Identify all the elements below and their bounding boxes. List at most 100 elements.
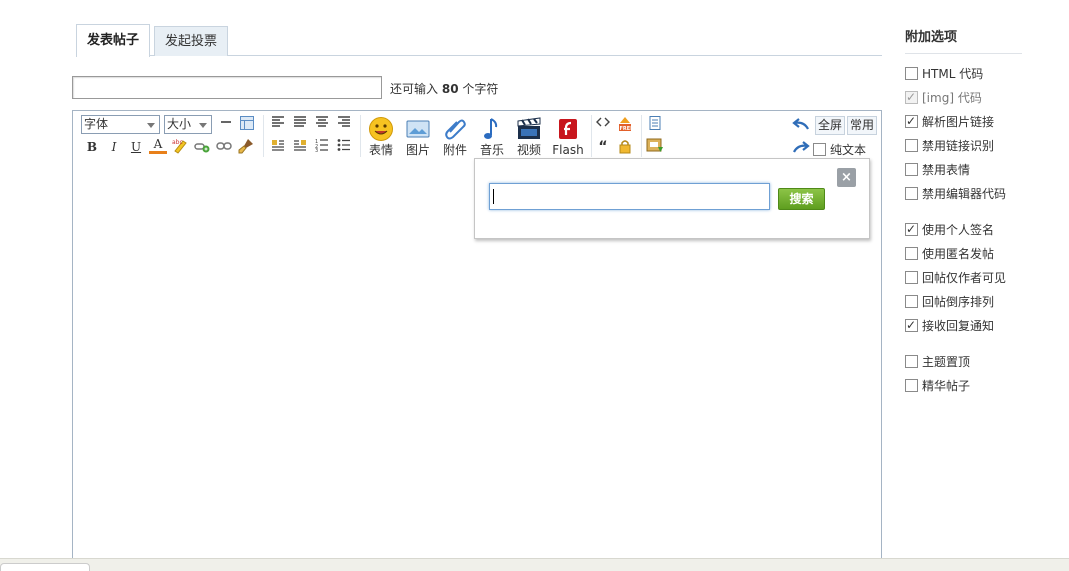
font-size-select[interactable]: 大小 <box>164 115 212 134</box>
toolbar-separator <box>641 115 642 157</box>
bottom-tab[interactable] <box>0 563 90 571</box>
option-checkbox[interactable] <box>905 247 918 260</box>
option-row[interactable]: 禁用链接识别 <box>905 138 994 154</box>
underline-button[interactable]: U <box>127 138 145 156</box>
option-checkbox[interactable] <box>905 317 918 333</box>
toolbar-separator <box>263 115 264 157</box>
undo-arrow-icon[interactable] <box>792 117 810 135</box>
plaintext-toggle[interactable]: 纯文本 <box>813 142 866 158</box>
common-button[interactable]: 常用 <box>847 116 878 135</box>
close-icon[interactable]: × <box>837 168 856 187</box>
bold-button[interactable]: B <box>83 138 101 156</box>
unordered-list-icon[interactable] <box>335 138 353 156</box>
horizontal-rule-icon[interactable] <box>217 115 235 133</box>
link-add-icon[interactable] <box>193 138 211 156</box>
popup-search-input[interactable] <box>489 183 770 210</box>
toolbar-separator <box>360 115 361 157</box>
video-button[interactable]: 视频 <box>512 114 546 158</box>
paperclip-icon <box>445 119 466 140</box>
option-checkbox[interactable] <box>905 271 918 284</box>
option-row[interactable]: 主题置顶 <box>905 354 970 370</box>
font-color-button[interactable]: A <box>149 136 167 154</box>
option-label: 回帖仅作者可见 <box>922 271 1007 285</box>
table-icon[interactable] <box>238 115 256 133</box>
option-label: HTML 代码 <box>922 67 984 81</box>
option-checkbox[interactable] <box>905 187 918 200</box>
quote-icon[interactable]: “ <box>594 138 612 156</box>
music-note-icon <box>484 118 498 139</box>
hide-content-lock-icon[interactable] <box>616 138 634 156</box>
option-label: 精华帖子 <box>922 379 971 393</box>
music-button[interactable]: 音乐 <box>475 114 509 158</box>
page-break-icon[interactable] <box>646 115 664 133</box>
divider <box>905 53 1022 54</box>
option-row[interactable]: 禁用表情 <box>905 162 970 178</box>
option-row: [img] 代码 <box>905 89 982 106</box>
option-checkbox[interactable] <box>905 221 918 237</box>
attachment-button[interactable]: 附件 <box>438 114 472 158</box>
align-center-icon[interactable] <box>313 115 331 133</box>
ordered-list-icon[interactable]: 123 <box>313 138 331 156</box>
chevron-down-icon <box>199 123 207 128</box>
editor-toolbar: 字体 大小 B I U A abc 123 表情 图片 附件 音乐 视频 Fla… <box>76 112 878 160</box>
option-row[interactable]: 接收回复通知 <box>905 317 995 334</box>
option-checkbox[interactable] <box>905 355 918 368</box>
plaintext-checkbox[interactable] <box>813 143 826 156</box>
download-save-icon[interactable] <box>646 138 664 156</box>
option-row[interactable]: 回帖仅作者可见 <box>905 270 1006 286</box>
text-caret <box>493 189 494 204</box>
remaining-chars-hint: 还可输入 80 个字符 <box>390 82 499 96</box>
subject-input[interactable] <box>72 76 382 99</box>
flash-icon <box>559 119 577 139</box>
smiley-icon <box>369 117 393 141</box>
image-icon <box>406 120 430 138</box>
remaining-count: 80 <box>441 82 459 96</box>
option-label: 使用匿名发帖 <box>922 247 995 261</box>
redo-arrow-icon[interactable] <box>792 140 810 158</box>
option-row[interactable]: 精华帖子 <box>905 378 970 394</box>
option-checkbox[interactable] <box>905 379 918 392</box>
option-checkbox <box>905 89 918 105</box>
unlink-icon[interactable] <box>215 138 233 156</box>
fullscreen-button[interactable]: 全屏 <box>815 116 846 135</box>
svg-text:3: 3 <box>315 148 318 152</box>
emoticon-button[interactable]: 表情 <box>364 114 398 158</box>
align-right-icon[interactable] <box>335 115 353 133</box>
option-label: 禁用表情 <box>922 163 971 177</box>
search-button[interactable]: 搜索 <box>778 188 825 210</box>
option-checkbox[interactable] <box>905 139 918 152</box>
svg-text:abc: abc <box>172 139 183 146</box>
option-checkbox[interactable] <box>905 113 918 129</box>
option-checkbox[interactable] <box>905 295 918 308</box>
option-checkbox[interactable] <box>905 163 918 176</box>
float-right-icon[interactable] <box>291 138 309 156</box>
option-row[interactable]: HTML 代码 <box>905 66 983 82</box>
option-row[interactable]: 回帖倒序排列 <box>905 294 994 310</box>
tab-new-thread[interactable]: 发表帖子 <box>76 24 151 57</box>
code-icon[interactable] <box>594 115 612 133</box>
align-left-icon[interactable] <box>269 115 287 133</box>
font-family-select[interactable]: 字体 <box>81 115 160 134</box>
option-label: 主题置顶 <box>922 355 971 369</box>
post-type-tabs: 发表帖子 发起投票 <box>76 24 882 57</box>
float-left-icon[interactable] <box>269 138 287 156</box>
option-row[interactable]: 禁用编辑器代码 <box>905 186 1006 202</box>
highlight-pen-icon[interactable]: abc <box>171 138 189 156</box>
svg-text:FREE: FREE <box>620 126 634 132</box>
option-checkbox[interactable] <box>905 67 918 80</box>
flash-button[interactable]: Flash <box>549 114 587 158</box>
align-justify-icon[interactable] <box>291 115 309 133</box>
option-row[interactable]: 使用个人签名 <box>905 221 994 238</box>
extra-options-title: 附加选项 <box>905 30 958 45</box>
toolbar-separator <box>591 115 592 157</box>
option-row[interactable]: 解析图片链接 <box>905 113 994 130</box>
option-row[interactable]: 使用匿名发帖 <box>905 246 994 262</box>
free-content-icon[interactable]: FREE <box>616 115 634 133</box>
option-label: 回帖倒序排列 <box>922 295 995 309</box>
image-button[interactable]: 图片 <box>401 114 435 158</box>
italic-button[interactable]: I <box>105 138 123 156</box>
clear-format-brush-icon[interactable] <box>237 137 255 155</box>
tab-new-poll[interactable]: 发起投票 <box>154 26 229 56</box>
option-label: 接收回复通知 <box>922 319 995 333</box>
option-label: 禁用编辑器代码 <box>922 187 1007 201</box>
